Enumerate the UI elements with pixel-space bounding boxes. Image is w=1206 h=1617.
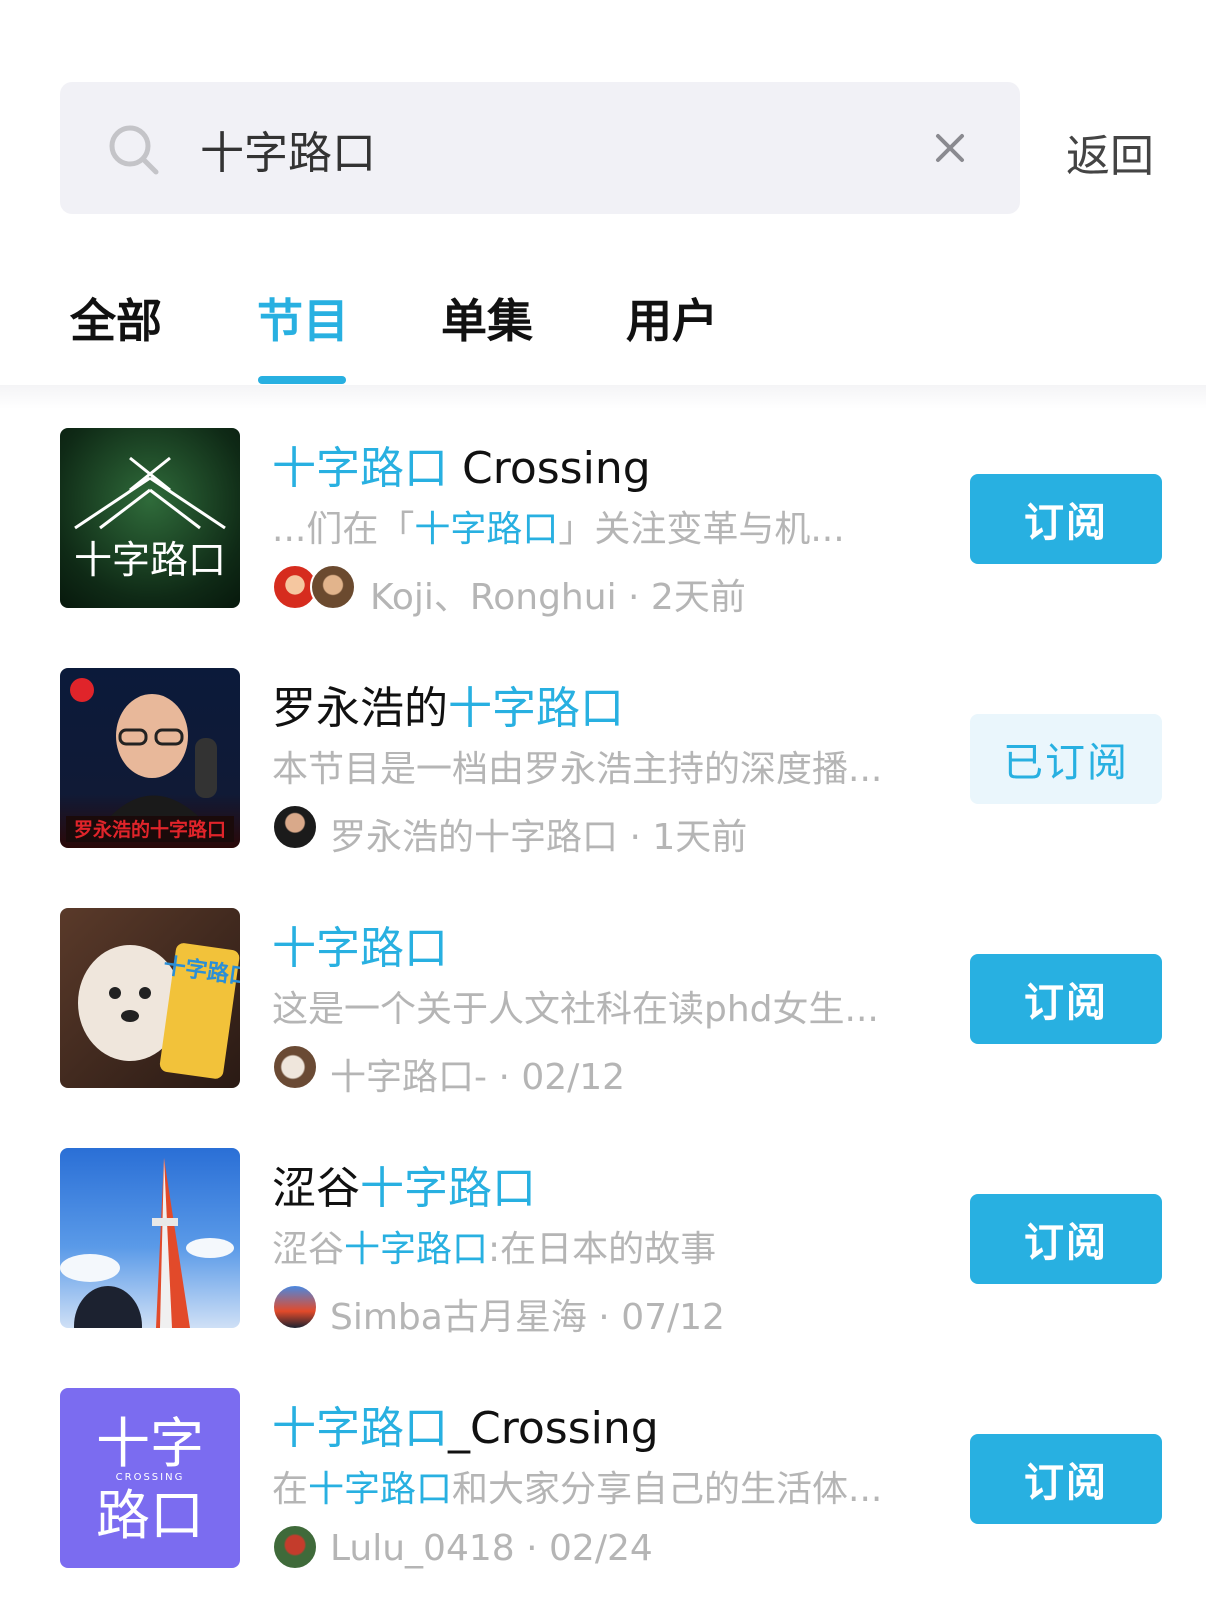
subscribed-button[interactable]: 已订阅: [970, 714, 1162, 804]
search-icon: [109, 125, 159, 175]
tab-users[interactable]: 用户: [626, 285, 718, 351]
program-title: 涩谷十字路口: [272, 1163, 536, 1214]
crossing-logo-icon: 十字路口: [74, 456, 226, 582]
list-item[interactable]: 十字路口 十字路口 这是一个关于人文社科在读phd女生... 十字路口- · 0…: [0, 908, 1206, 1098]
program-description: 在十字路口和大家分享自己的生活体...: [272, 1469, 883, 1510]
avatar: [272, 804, 318, 850]
svg-text:十字: 十字: [96, 1412, 204, 1475]
active-tab-indicator: [258, 376, 346, 384]
clear-icon[interactable]: [930, 128, 970, 168]
program-title: 十字路口: [272, 923, 448, 974]
tower-photo-icon: [60, 1158, 234, 1328]
program-description: 这是一个关于人文社科在读phd女生...: [272, 989, 879, 1030]
program-description: ...们在「十字路口」关注变革与机...: [272, 509, 845, 550]
avatar: [272, 1524, 318, 1570]
divider: [0, 385, 1206, 409]
search-input[interactable]: [198, 82, 902, 216]
cover-image: 十字路口: [60, 908, 240, 1088]
list-item[interactable]: 涩谷十字路口 涩谷十字路口:在日本的故事 Simba古月星海 · 07/12 订…: [0, 1148, 1206, 1338]
back-button[interactable]: 返回: [1066, 120, 1154, 184]
svg-text:路口: 路口: [96, 1484, 204, 1547]
svg-text:CROSSING: CROSSING: [116, 1472, 185, 1483]
subscribe-button[interactable]: 订阅: [970, 954, 1162, 1044]
list-item[interactable]: 十字路口 十字路口 Crossing ...们在「十字路口」关注变革与机... …: [0, 428, 1206, 618]
host-portrait-icon: 罗永浩的十字路口: [66, 678, 234, 842]
avatar: [272, 1044, 318, 1090]
search-bar[interactable]: [60, 82, 1020, 216]
cover-image: [60, 1148, 240, 1328]
program-description: 涩谷十字路口:在日本的故事: [272, 1229, 717, 1270]
program-title: 十字路口 Crossing: [272, 443, 651, 494]
tab-programs[interactable]: 节目: [257, 285, 349, 351]
tab-all[interactable]: 全部: [70, 285, 162, 351]
program-title: 十字路口_Crossing: [272, 1403, 659, 1454]
svg-text:罗永浩的十字路口: 罗永浩的十字路口: [74, 818, 226, 841]
tab-bar: 全部 节目 单集 用户: [0, 285, 1206, 385]
subscribe-button[interactable]: 订阅: [970, 1194, 1162, 1284]
cover-image: 十字 CROSSING 路口: [60, 1388, 240, 1568]
tab-episodes[interactable]: 单集: [441, 285, 533, 351]
list-item[interactable]: 十字 CROSSING 路口 十字路口_Crossing 在十字路口和大家分享自…: [0, 1388, 1206, 1570]
cover-image: 十字路口: [60, 428, 240, 608]
cover-image: 罗永浩的十字路口: [60, 668, 240, 848]
program-description: 本节目是一档由罗永浩主持的深度播...: [272, 749, 883, 790]
subscribe-button[interactable]: 订阅: [970, 1434, 1162, 1524]
avatar: [310, 564, 356, 610]
crossing-text-logo: 十字 CROSSING 路口: [96, 1412, 204, 1547]
avatar: [272, 1284, 318, 1330]
list-item[interactable]: 罗永浩的十字路口 罗永浩的十字路口 本节目是一档由罗永浩主持的深度播... 罗永…: [0, 668, 1206, 858]
program-title: 罗永浩的十字路口: [272, 683, 624, 734]
dog-photo-icon: 十字路口: [78, 943, 240, 1079]
subscribe-button[interactable]: 订阅: [970, 474, 1162, 564]
svg-text:十字路口: 十字路口: [74, 538, 226, 582]
